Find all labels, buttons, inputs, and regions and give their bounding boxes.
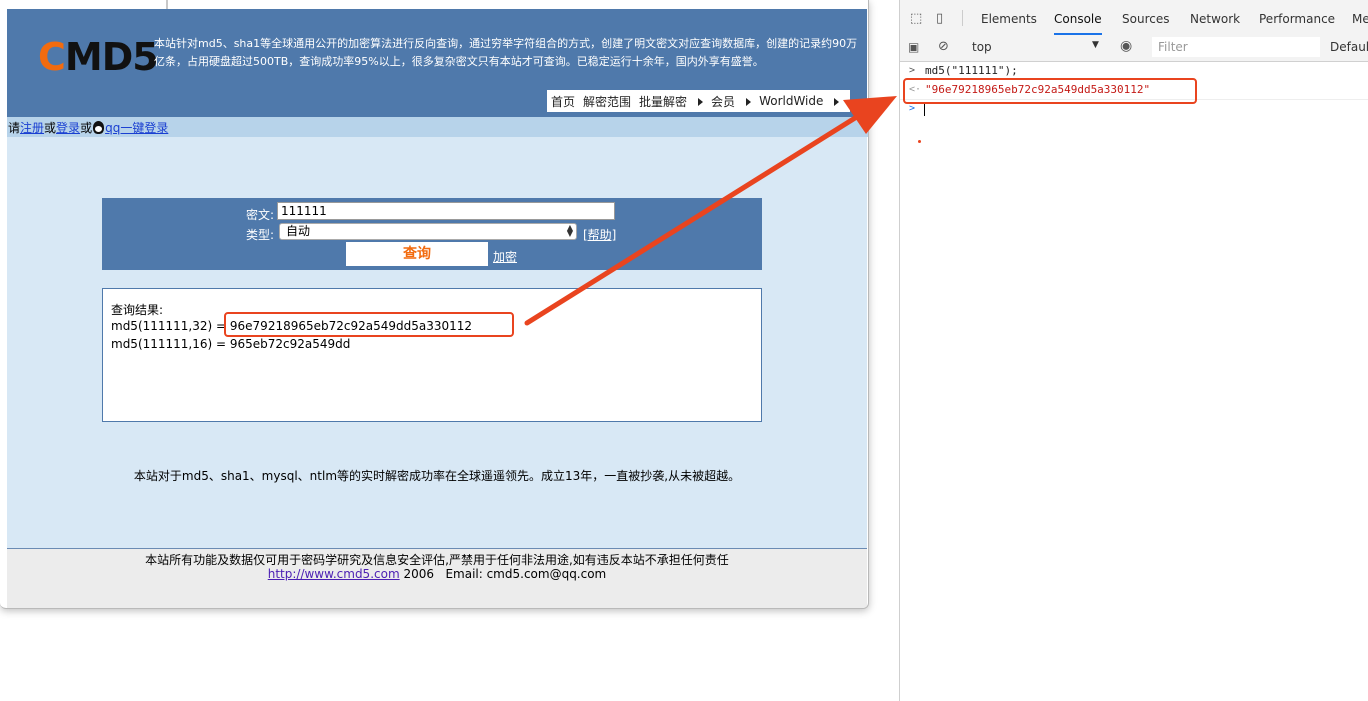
- live-expression-eye-icon[interactable]: ◉: [1120, 38, 1132, 54]
- register-link[interactable]: 注册: [20, 119, 44, 136]
- footer-year: 2006: [399, 567, 446, 581]
- cipher-input[interactable]: [277, 202, 615, 220]
- site-intro: 本站针对md5、sha1等全球通用公开的加密算法进行反向查询，通过穷举字符组合的…: [154, 37, 858, 68]
- console-toolbar: ▣ ⊘ top ▼ ◉ Filter Default: [900, 35, 1368, 62]
- text-cursor: [924, 104, 925, 116]
- login-or-1: 或: [44, 120, 57, 135]
- log-levels-select[interactable]: Default: [1330, 40, 1368, 54]
- result-line-16: md5(111111,16) = 965eb72c92a549dd: [111, 337, 351, 351]
- tab-performance[interactable]: Performance: [1259, 12, 1335, 26]
- cipher-label: 密文:: [245, 208, 274, 222]
- window-top-divider: [166, 0, 168, 9]
- encrypt-link[interactable]: 加密: [493, 248, 517, 265]
- logo-c: C: [38, 35, 66, 79]
- devtools-tab-bar: ⬚ ▯ Elements Console Sources Network Per…: [900, 0, 1368, 36]
- dropdown-arrow-icon: ▼: [1092, 40, 1099, 50]
- triangle-right-icon: [834, 97, 840, 106]
- logo-md5: MD5: [64, 35, 159, 79]
- nav-batch-label: 批量解密: [639, 94, 688, 109]
- qq-penguin-icon: [93, 120, 105, 134]
- type-label: 类型:: [245, 228, 274, 242]
- query-button[interactable]: 查询: [346, 242, 488, 266]
- tab-elements[interactable]: Elements: [981, 12, 1037, 26]
- result-32-prefix: md5(111111,32) =: [111, 319, 230, 333]
- type-select-value: 自动: [286, 224, 311, 238]
- nav-range[interactable]: 解密范围: [583, 93, 631, 110]
- nav-member-label: 会员: [711, 94, 736, 109]
- nav-worldwide[interactable]: WorldWide: [759, 94, 840, 108]
- nav-worldwide-label: WorldWide: [759, 94, 824, 108]
- highlight-box-result: [224, 312, 514, 337]
- triangle-right-icon: [746, 98, 752, 106]
- result-title: 查询结果:: [111, 303, 164, 317]
- login-prefix: 请: [8, 120, 21, 135]
- console-filter-input[interactable]: Filter: [1152, 37, 1320, 57]
- nav-batch[interactable]: 批量解密: [639, 93, 704, 110]
- devtools-panel: ⬚ ▯ Elements Console Sources Network Per…: [899, 0, 1368, 701]
- qq-login-link[interactable]: qq一键登录: [105, 119, 168, 136]
- result-panel: 查询结果: md5(111111,32) = 96e79218965eb72c9…: [102, 288, 762, 422]
- top-nav: 首页 解密范围 批量解密 会员 WorldWide: [547, 90, 850, 112]
- window-top-strip: [0, 0, 868, 9]
- site-claim: 本站对于md5、sha1、mysql、ntlm等的实时解密成功率在全球遥遥领先。…: [133, 469, 741, 483]
- select-arrows-icon: ▲ ▼: [566, 223, 573, 238]
- clear-console-icon[interactable]: ⊘: [938, 39, 949, 54]
- tab-sources[interactable]: Sources: [1122, 12, 1169, 26]
- help-link[interactable]: [帮助]: [583, 226, 616, 243]
- context-value: top: [972, 40, 992, 54]
- type-select[interactable]: 自动 ▲ ▼: [279, 223, 577, 240]
- nav-home[interactable]: 首页: [551, 93, 575, 110]
- triangle-right-icon: [698, 98, 704, 106]
- login-link[interactable]: 登录: [56, 119, 80, 136]
- footer-notice: 本站所有功能及数据仅可用于密码学研究及信息安全评估,严禁用于任何非法用途,如有违…: [145, 553, 729, 567]
- query-form: 密文: 类型: 自动 ▲▼ [帮助] 查询 加密: [102, 198, 762, 270]
- tab-network[interactable]: Network: [1190, 12, 1240, 26]
- site-header: CMD5 本站针对md5、sha1等全球通用公开的加密算法进行反向查询，通过穷举…: [7, 9, 867, 117]
- tab-more[interactable]: Me: [1352, 12, 1368, 26]
- site-logo[interactable]: CMD5: [38, 35, 159, 79]
- tab-divider: [962, 10, 963, 26]
- login-bar: 请 注册 或 登录 或 qq一键登录: [7, 117, 868, 137]
- footer-url-link[interactable]: http://www.cmd5.com: [268, 567, 400, 581]
- device-toolbar-icon[interactable]: ▯: [936, 11, 943, 26]
- site-window: CMD5 本站针对md5、sha1等全球通用公开的加密算法进行反向查询，通过穷举…: [0, 0, 869, 609]
- highlight-box-console: [903, 78, 1197, 104]
- footer-email: Email: cmd5.com@qq.com: [445, 567, 607, 581]
- site-footer: 本站所有功能及数据仅可用于密码学研究及信息安全评估,严禁用于任何非法用途,如有违…: [7, 548, 867, 608]
- context-select[interactable]: top ▼: [972, 40, 1102, 56]
- login-or-2: 或: [80, 120, 93, 135]
- nav-member[interactable]: 会员: [711, 93, 752, 110]
- footer-contact: http://www.cmd5.com 2006 Email: cmd5.com…: [7, 567, 867, 581]
- tab-console[interactable]: Console: [1054, 12, 1102, 35]
- annotation-dot: [918, 140, 921, 143]
- inspect-element-icon[interactable]: ⬚: [910, 11, 922, 26]
- sidebar-toggle-icon[interactable]: ▣: [908, 40, 919, 54]
